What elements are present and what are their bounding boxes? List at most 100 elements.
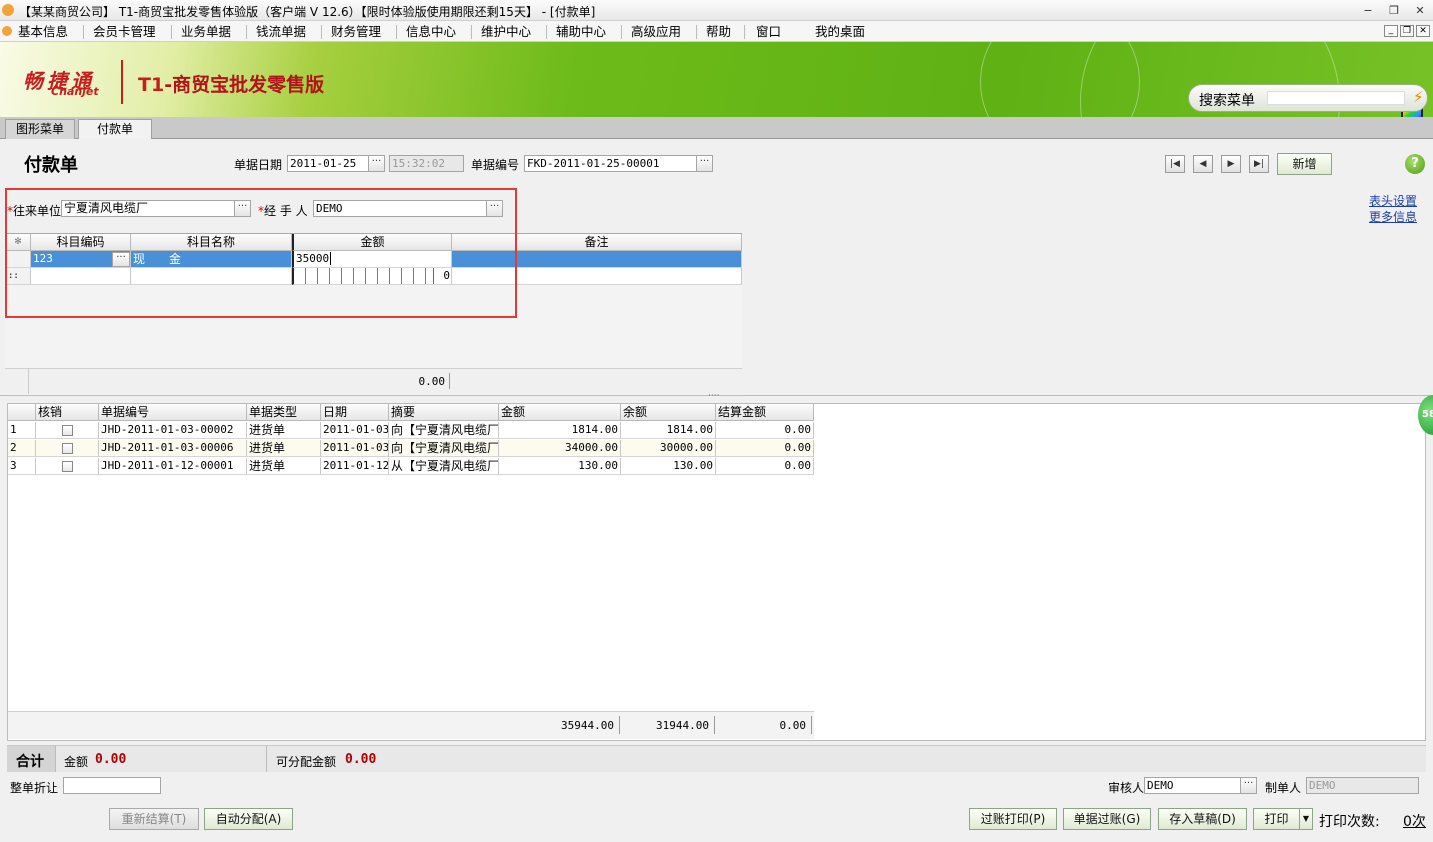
menu-business-docs[interactable]: 业务单据 (181, 23, 231, 40)
menu-cashflow-docs[interactable]: 钱流单据 (256, 23, 306, 40)
writeoff-cell (36, 422, 99, 439)
highlight-box (5, 188, 517, 318)
writeoff-checkbox[interactable] (62, 443, 73, 454)
help-icon[interactable]: ? (1405, 154, 1425, 174)
save-draft-button[interactable]: 存入草稿(D) (1158, 808, 1247, 830)
reviewer-select-button[interactable]: ··· (1240, 777, 1257, 794)
menu-window[interactable]: 窗口 (756, 23, 781, 40)
entry-total-amount: 0.00 (418, 375, 446, 388)
minimize-button[interactable]: − (1359, 3, 1377, 18)
logo-divider (121, 60, 123, 104)
bill-amount-cell: 1814.00 (499, 422, 621, 439)
form-header: 付款单 单据日期 2011-01-25 ··· 15:32:02 单据编号 FK… (0, 139, 1433, 186)
col-bill-number[interactable]: 单据编号 (99, 404, 247, 421)
menu-separator (396, 25, 397, 39)
menu-basic-info[interactable]: 基本信息 (18, 23, 68, 40)
col-writeoff[interactable]: 核销 (36, 404, 99, 421)
tab-graphic-menu[interactable]: 图形菜单 (5, 119, 75, 139)
title-bar: 【某某商贸公司】 T1-商贸宝批发零售体验版（客户端 V 12.6）【限时体验版… (0, 0, 1433, 21)
tab-payment[interactable]: 付款单 (78, 119, 152, 139)
col-bill-type[interactable]: 单据类型 (247, 404, 321, 421)
brand-logo-en: Chanjet (51, 85, 99, 98)
totals-divider (619, 716, 620, 734)
menu-separator (744, 25, 745, 39)
first-record-icon[interactable]: |◀ (1165, 155, 1185, 173)
menu-search-input[interactable] (1267, 91, 1405, 105)
number-label: 单据编号 (471, 158, 520, 172)
auto-distribute-button[interactable]: 自动分配(A) (204, 808, 293, 830)
splitter-grip-icon[interactable]: ···· (708, 392, 719, 401)
more-info-link[interactable]: 更多信息 (1369, 208, 1417, 225)
total-settle: 0.00 (779, 719, 807, 732)
bill-totals-row: 35944.00 31944.00 0.00 (8, 711, 814, 739)
writeoff-checkbox[interactable] (62, 461, 73, 472)
restore-button[interactable]: ❐ (1385, 3, 1403, 18)
col-settle-amount[interactable]: 结算金额 (716, 404, 814, 421)
total-balance: 31944.00 (656, 719, 709, 732)
amount-value: 0.00 (95, 752, 127, 767)
print-count-value[interactable]: 0次 (1403, 811, 1426, 831)
discount-field[interactable] (63, 777, 161, 794)
header-settings-link[interactable]: 表头设置 (1369, 192, 1417, 209)
recalculate-button[interactable]: 重新结算(T) (109, 808, 199, 830)
product-name: T1-商贸宝批发零售版 (138, 70, 324, 97)
doc-number-field[interactable]: FKD-2011-01-25-00001 (524, 155, 697, 172)
menu-help[interactable]: 帮助 (706, 23, 731, 40)
mdi-restore-icon[interactable]: ❐ (1400, 25, 1414, 37)
reviewer-field[interactable]: DEMO (1144, 777, 1242, 794)
window-title: 【某某商贸公司】 T1-商贸宝批发零售体验版（客户端 V 12.6）【限时体验版… (19, 5, 596, 19)
post-bill-button[interactable]: 单据过账(G) (1063, 808, 1151, 830)
bill-date-cell: 2011-01-03 (321, 422, 389, 439)
entry-grid-footer: 0.00 (5, 368, 742, 394)
col-date[interactable]: 日期 (321, 404, 389, 421)
col-balance[interactable]: 余额 (621, 404, 716, 421)
lightning-icon[interactable]: ⚡ (1413, 88, 1424, 106)
total-label: 合计 (16, 754, 44, 770)
menu-separator (246, 25, 247, 39)
tab-bar: 图形菜单 付款单 (0, 117, 1433, 139)
summary-divider (266, 746, 267, 772)
print-button[interactable]: 打印 (1253, 808, 1300, 830)
menu-advanced[interactable]: 高级应用 (631, 23, 681, 40)
row-index: 2 (8, 440, 36, 457)
writeoff-checkbox[interactable] (62, 425, 73, 436)
bill-summary-cell: 向【宁夏清风电缆厂 (389, 422, 499, 439)
menu-maintenance[interactable]: 维护中心 (481, 23, 531, 40)
totals-divider (811, 716, 812, 734)
next-record-icon[interactable]: ▶ (1221, 155, 1241, 173)
mdi-minimize-icon[interactable]: _ (1384, 25, 1398, 37)
menu-assist[interactable]: 辅助中心 (556, 23, 606, 40)
print-dropdown-icon[interactable]: ▼ (1299, 808, 1313, 830)
summary-bar: 合计 金额 0.00 可分配金额 0.00 (7, 745, 1426, 772)
bill-balance-cell: 130.00 (621, 458, 716, 475)
bill-settle-cell[interactable]: 0.00 (716, 422, 814, 439)
menu-info-center[interactable]: 信息中心 (406, 23, 456, 40)
distributable-value: 0.00 (345, 752, 377, 767)
close-button[interactable]: ✕ (1411, 3, 1429, 18)
footer-divider (449, 373, 450, 389)
last-record-icon[interactable]: ▶| (1249, 155, 1269, 173)
date-picker-button[interactable]: ··· (368, 155, 385, 172)
menu-member-card[interactable]: 会员卡管理 (93, 23, 156, 40)
bill-number-cell: JHD-2011-01-12-00001 (99, 458, 247, 475)
menu-my-desktop[interactable]: 我的桌面 (815, 23, 865, 40)
prev-record-icon[interactable]: ◀ (1193, 155, 1213, 173)
date-field[interactable]: 2011-01-25 (287, 155, 369, 172)
bill-summary-cell: 向【宁夏清风电缆厂 (389, 440, 499, 457)
col-bill-amount[interactable]: 金额 (499, 404, 621, 421)
menu-finance[interactable]: 财务管理 (331, 23, 381, 40)
new-button[interactable]: 新增 (1277, 153, 1332, 175)
menu-separator (83, 25, 84, 39)
maker-label: 制单人 (1265, 781, 1302, 795)
mdi-close-icon[interactable]: ✕ (1416, 25, 1430, 37)
distributable-label: 可分配金额 (276, 755, 337, 769)
bill-type-cell: 进货单 (247, 422, 321, 439)
bill-settle-cell[interactable]: 0.00 (716, 440, 814, 457)
post-print-button[interactable]: 过账打印(P) (969, 808, 1057, 830)
col-summary[interactable]: 摘要 (389, 404, 499, 421)
bill-date-cell: 2011-01-03 (321, 440, 389, 457)
totals-divider (714, 716, 715, 734)
doc-number-button[interactable]: ··· (696, 155, 713, 172)
print-count-label: 打印次数: (1319, 814, 1380, 830)
bill-settle-cell[interactable]: 0.00 (716, 458, 814, 475)
